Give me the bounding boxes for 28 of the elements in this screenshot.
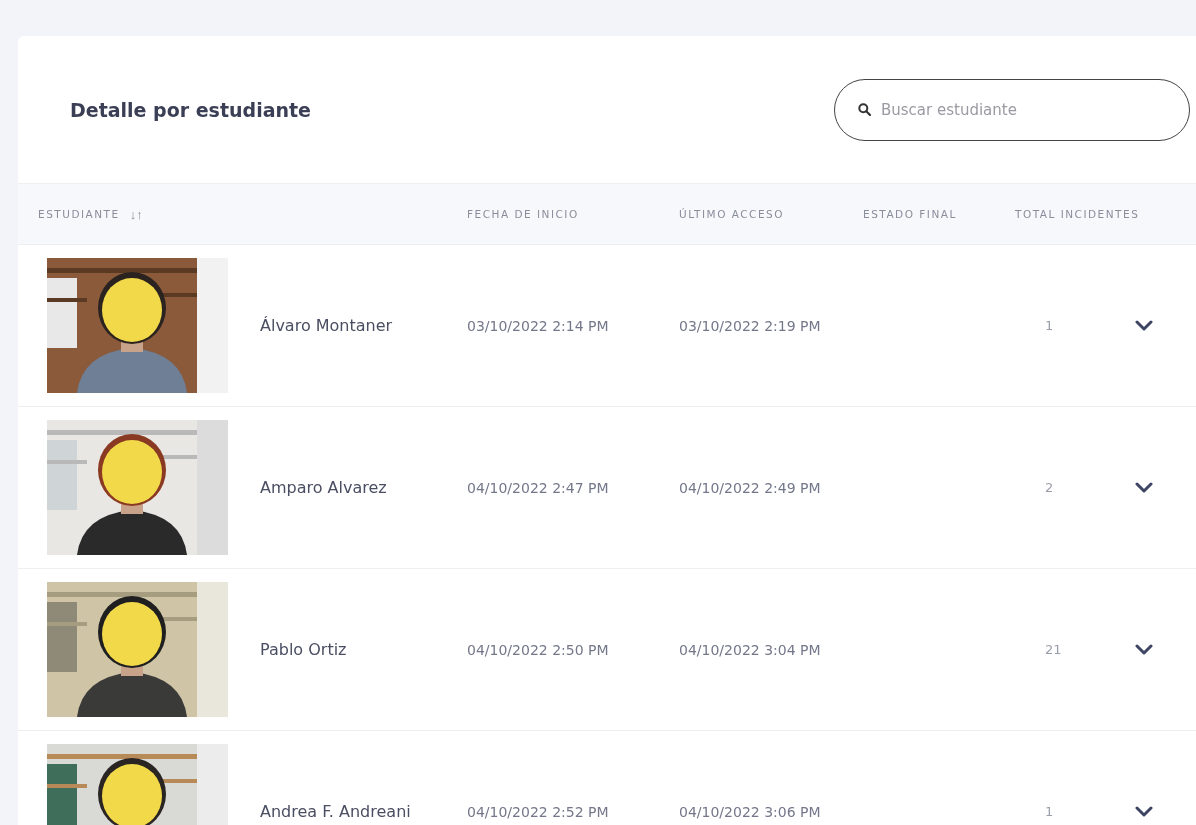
section-title: Detalle por estudiante bbox=[70, 98, 311, 121]
student-name: Amparo Alvarez bbox=[260, 478, 387, 497]
table-cell: 04/10/2022 2:47 PM bbox=[467, 479, 609, 496]
search-field[interactable]: Buscar estudiante bbox=[834, 78, 1190, 141]
column-header: ESTADO FINAL bbox=[863, 208, 957, 220]
student-name: Andrea F. Andreani bbox=[260, 802, 411, 821]
chevron-down-icon[interactable] bbox=[1135, 644, 1153, 655]
chevron-down-icon[interactable] bbox=[1135, 320, 1153, 331]
table-cell: 04/10/2022 3:04 PM bbox=[679, 641, 821, 658]
table-cell: 03/10/2022 2:14 PM bbox=[467, 317, 609, 334]
chevron-down-icon[interactable] bbox=[1135, 806, 1153, 817]
sort-button[interactable]: ↓↑ bbox=[129, 206, 143, 222]
table-cell: 04/10/2022 3:06 PM bbox=[679, 803, 821, 820]
chevron-down-icon[interactable] bbox=[1135, 482, 1153, 493]
student-name: Pablo Ortiz bbox=[260, 640, 347, 659]
column-header: ESTUDIANTE bbox=[38, 208, 120, 220]
table-cell: 1 bbox=[1045, 318, 1054, 333]
table-cell: 21 bbox=[1045, 642, 1062, 657]
table-cell: 04/10/2022 2:50 PM bbox=[467, 641, 609, 658]
column-header: TOTAL INCIDENTES bbox=[1015, 208, 1140, 220]
table-cell: 04/10/2022 2:52 PM bbox=[467, 803, 609, 820]
column-header: ÚLTIMO ACCESO bbox=[679, 208, 784, 220]
column-header: FECHA DE INICIO bbox=[467, 208, 579, 220]
table-cell: 1 bbox=[1045, 804, 1054, 819]
student-name: Álvaro Montaner bbox=[260, 316, 393, 335]
table-cell: 04/10/2022 2:49 PM bbox=[679, 479, 821, 496]
table-cell: 03/10/2022 2:19 PM bbox=[679, 317, 821, 334]
table-cell: 2 bbox=[1045, 480, 1054, 495]
